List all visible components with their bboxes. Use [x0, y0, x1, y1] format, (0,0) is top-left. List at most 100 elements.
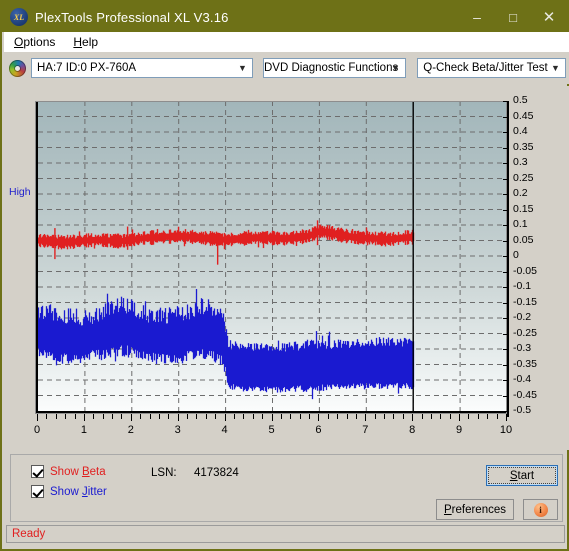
x-axis-tick	[280, 414, 282, 419]
y-axis-tick-label: -0.35	[513, 357, 537, 370]
axis-label-high: High	[9, 186, 31, 198]
x-axis-tick	[140, 414, 142, 419]
x-axis-tick	[252, 414, 254, 419]
show-beta-checkbox[interactable]	[31, 465, 44, 478]
chevron-down-icon: ▼	[391, 63, 400, 73]
y-axis-tick-label: -0.45	[513, 388, 537, 401]
x-axis-ticks	[35, 414, 511, 422]
drive-select[interactable]: HA:7 ID:0 PX-760A ▼	[31, 58, 253, 78]
status-bar: Ready	[6, 525, 565, 543]
x-axis-tick	[168, 414, 170, 419]
y-axis-tick	[503, 209, 508, 211]
y-axis-tick-label: 0.45	[513, 109, 534, 122]
y-axis-tick-label: 0.2	[513, 187, 528, 199]
chart-svg	[38, 101, 507, 411]
x-axis-tick-label: 10	[499, 424, 513, 436]
x-axis-tick	[187, 414, 189, 419]
x-axis-tick	[93, 414, 95, 419]
chevron-down-icon: ▼	[551, 63, 560, 73]
y-axis-tick	[503, 132, 508, 133]
y-axis-tick-label: -0.2	[513, 311, 532, 323]
x-axis-tick	[393, 414, 395, 419]
y-axis-tick-label: 0	[513, 249, 519, 261]
close-icon[interactable]: ✕	[531, 2, 567, 32]
maximize-icon[interactable]: □	[495, 2, 531, 32]
x-axis-tick	[112, 414, 114, 419]
x-axis-tick	[121, 414, 123, 419]
x-axis-tick	[327, 414, 329, 419]
y-axis-tick-label: 0.25	[513, 171, 534, 184]
x-axis-tick	[74, 414, 76, 419]
x-axis-tick	[374, 414, 376, 419]
x-axis-tick-label: 4	[221, 424, 228, 436]
x-axis-tick	[440, 414, 442, 419]
x-axis-tick	[102, 414, 104, 419]
x-axis-tick	[355, 414, 357, 419]
x-axis-tick-label: 9	[456, 424, 463, 436]
x-axis-tick-label: 6	[315, 424, 322, 436]
lsn-label: LSN:	[151, 467, 177, 479]
y-axis-tick	[503, 411, 508, 412]
y-axis-tick-label: -0.4	[513, 373, 532, 385]
x-axis-tick	[365, 414, 367, 421]
y-axis-tick	[503, 256, 508, 257]
minimize-icon[interactable]: –	[459, 2, 495, 32]
y-axis-tick-label: -0.05	[513, 264, 537, 277]
plot-area	[35, 101, 507, 414]
x-axis-tick	[487, 414, 489, 419]
y-axis-tick-label: 0.1	[513, 218, 528, 230]
toolbar: HA:7 ID:0 PX-760A ▼ DVD Diagnostic Funct…	[4, 52, 569, 84]
y-axis-tick-label: -0.1	[513, 280, 532, 292]
y-axis-tick	[503, 287, 508, 288]
x-axis-tick	[158, 414, 160, 419]
y-axis-tick	[503, 194, 508, 195]
show-jitter-checkbox-row[interactable]: Show Jitter	[31, 485, 107, 498]
y-axis-tick	[503, 302, 508, 304]
info-icon: i	[533, 502, 548, 517]
y-axis-tick-label: 0.15	[513, 202, 534, 215]
x-axis-tick	[65, 414, 67, 419]
chevron-down-icon: ▼	[238, 63, 247, 73]
x-axis-tick	[477, 414, 479, 419]
y-axis-tick	[503, 101, 508, 102]
x-axis-tick	[149, 414, 151, 419]
y-axis-tick-label: -0.5	[513, 404, 532, 416]
x-axis-tick-label: 8	[409, 424, 416, 436]
menu-item-help[interactable]: Help	[65, 33, 106, 51]
x-axis-tick	[55, 414, 57, 419]
show-beta-checkbox-row[interactable]: Show Beta	[31, 465, 106, 478]
function-select[interactable]: DVD Diagnostic Functions ▼	[263, 58, 406, 78]
show-jitter-checkbox[interactable]	[31, 485, 44, 498]
x-axis-tick	[243, 414, 245, 419]
y-axis-tick	[503, 395, 508, 397]
y-axis-tick	[503, 349, 508, 350]
y-axis-tick-label: -0.15	[513, 295, 537, 308]
x-axis-tick	[262, 414, 264, 419]
x-axis-tick	[318, 414, 320, 421]
chart-panel: High Low 0.50.450.40.350.30.250.20.150.1…	[4, 86, 569, 496]
x-axis-tick-label: 7	[362, 424, 369, 436]
title-bar: XL PlexTools Professional XL V3.16 – □ ✕	[2, 2, 567, 32]
x-axis-tick	[37, 414, 38, 421]
preferences-button[interactable]: Preferences	[436, 499, 514, 520]
info-button[interactable]: i	[523, 499, 558, 520]
start-button[interactable]: Start	[486, 465, 558, 486]
show-beta-label: Show Beta	[50, 465, 106, 478]
menu-item-options[interactable]: Options	[6, 33, 63, 51]
x-axis-tick	[430, 414, 432, 419]
x-axis-tick	[506, 414, 507, 421]
application-window: XL PlexTools Professional XL V3.16 – □ ✕…	[0, 0, 569, 551]
y-axis-tick	[503, 178, 508, 180]
y-axis-tick	[503, 318, 508, 319]
x-axis-tick	[337, 414, 339, 419]
x-axis-tick	[496, 414, 498, 419]
y-axis-tick	[503, 333, 508, 335]
x-axis-tick	[46, 414, 48, 419]
x-axis-tick	[224, 414, 226, 421]
x-axis-tick	[468, 414, 470, 419]
y-axis-tick	[503, 380, 508, 381]
lsn-value: 4173824	[194, 467, 239, 479]
x-axis-tick	[299, 414, 301, 419]
test-select[interactable]: Q-Check Beta/Jitter Test ▼	[417, 58, 566, 78]
x-axis-tick	[215, 414, 217, 419]
